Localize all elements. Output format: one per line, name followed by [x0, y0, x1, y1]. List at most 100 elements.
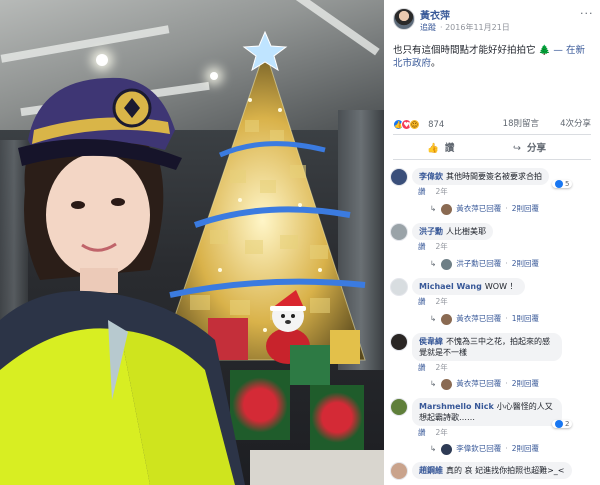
commenter-avatar[interactable] — [390, 223, 408, 241]
reply-action: 已回覆 — [478, 204, 502, 213]
reaction-summary[interactable]: 👍♥☺ 874 18則留言 4次分享 — [393, 114, 591, 130]
reply-arrow-icon: ↳ — [430, 204, 437, 213]
tree-emoji-icon: 🌲 — [538, 45, 551, 56]
comment-like-link[interactable]: 讚 — [418, 242, 426, 251]
commenter-name[interactable]: 李偉欽 — [419, 172, 443, 181]
reply-action: 已回覆 — [478, 314, 502, 323]
comment-meta: 讚 2年 — [418, 241, 448, 252]
poinsettia-plant — [310, 385, 364, 450]
reaction-count[interactable]: 874 — [428, 120, 444, 130]
commenter-avatar[interactable] — [390, 462, 408, 480]
commenter-avatar[interactable] — [390, 168, 408, 186]
comment-bubble: 趙鋼維 真的 哀 妃進找你拍照也超難>_< — [412, 462, 572, 479]
reply-author: 黃衣萍 — [456, 204, 479, 213]
reply-author: 黃衣萍 — [456, 379, 479, 388]
more-options-icon[interactable]: ··· — [580, 7, 594, 20]
reply-count: 2則回覆 — [511, 379, 539, 388]
comment-bubble: 洪子勳 人比樹美耶 — [412, 223, 493, 240]
commenter-avatar[interactable] — [390, 278, 408, 296]
commenter-name[interactable]: Michael Wang — [419, 282, 482, 291]
reply-arrow-icon: ↳ — [430, 379, 437, 388]
follow-link[interactable]: 追蹤 — [420, 22, 436, 33]
like-mini-icon — [555, 420, 563, 428]
like-mini-icon — [555, 180, 563, 188]
comment-like-link[interactable]: 讚 — [418, 187, 426, 196]
reply-author: 李偉欽 — [456, 444, 479, 453]
reply-author: 黃衣萍 — [456, 314, 479, 323]
comment-meta: 讚 2年 — [418, 362, 448, 373]
comment-text: 真的 哀 妃進找你拍照也超難>_< — [446, 466, 565, 475]
comment-time[interactable]: 2年 — [436, 187, 448, 196]
share-count[interactable]: 4次分享 — [560, 117, 591, 129]
comment-like-count: 5 — [565, 180, 570, 188]
reply-dot: · — [505, 259, 508, 268]
share-button-label: 分享 — [526, 143, 546, 154]
reply-arrow-icon: ↳ — [430, 259, 437, 268]
post-actions: 👍 讚 ↪ 分享 — [393, 134, 591, 160]
post-panel: 黃衣萍 追蹤 2016年11月21日 ··· 也只有這個時間點才能好好拍拍它 🌲… — [384, 0, 600, 485]
comment-bubble: 侯韋緯 不愧為三中之花，拍起來的感覺就是不一樣 — [412, 333, 562, 361]
reply-author-avatar — [441, 313, 453, 325]
commenter-name[interactable]: Marshmello Nick — [419, 402, 494, 411]
comment-like-badge[interactable]: 2 — [552, 420, 573, 428]
comment-like-link[interactable]: 讚 — [418, 363, 426, 372]
author-name[interactable]: 黃衣萍 — [420, 7, 450, 22]
reply-author-avatar — [441, 258, 453, 270]
like-button-label: 讚 — [444, 143, 455, 154]
reply-author-avatar — [441, 203, 453, 215]
reply-summary[interactable]: ↳ 洪子勳已回覆 · 2則回覆 — [430, 258, 539, 270]
reply-author: 洪子勳 — [456, 259, 479, 268]
comment-count[interactable]: 18則留言 — [503, 117, 539, 129]
reply-summary[interactable]: ↳ 黃衣萍已回覆 · 1則回覆 — [430, 313, 539, 325]
commenter-name[interactable]: 侯韋緯 — [419, 337, 443, 346]
reply-summary[interactable]: ↳ 黃衣萍已回覆 · 2則回覆 — [430, 378, 539, 390]
commenter-avatar[interactable] — [390, 333, 408, 351]
gift-box — [330, 330, 360, 364]
caption-period: 。 — [431, 58, 441, 69]
reply-arrow-icon: ↳ — [430, 444, 437, 453]
comment-bubble: 李偉欽 其他時間要簽名被要求合拍 — [412, 168, 549, 185]
share-button[interactable]: ↪ 分享 — [513, 140, 546, 154]
reply-action: 已回覆 — [478, 379, 502, 388]
reply-dot: · — [505, 314, 508, 323]
post-date[interactable]: 2016年11月21日 — [440, 22, 510, 33]
ceiling-lamp — [96, 54, 108, 66]
post-photo[interactable] — [0, 0, 384, 485]
comment-like-link[interactable]: 讚 — [418, 297, 426, 306]
comment-meta: 讚 2年 — [418, 427, 448, 438]
comment-time[interactable]: 2年 — [436, 297, 448, 306]
caption-text: 也只有這個時間點才能好好拍拍它 — [393, 45, 536, 56]
commenter-name[interactable]: 趙鋼維 — [419, 466, 443, 475]
comment-time[interactable]: 2年 — [436, 242, 448, 251]
reply-count: 1則回覆 — [511, 314, 539, 323]
comment-text: 人比樹美耶 — [446, 227, 486, 236]
commenter-name[interactable]: 洪子勳 — [419, 227, 443, 236]
reply-count: 2則回覆 — [511, 444, 539, 453]
reply-count: 2則回覆 — [511, 259, 539, 268]
comment-meta: 讚 2年 — [418, 186, 448, 197]
reply-action: 已回覆 — [478, 444, 502, 453]
comment-text: WOW ！ — [484, 282, 518, 291]
officer-selfie — [0, 77, 245, 485]
reply-arrow-icon: ↳ — [430, 314, 437, 323]
thumbs-up-icon: 👍 — [427, 143, 439, 154]
share-arrow-icon: ↪ — [513, 143, 521, 154]
commenter-avatar[interactable] — [390, 398, 408, 416]
comment-time[interactable]: 2年 — [436, 428, 448, 437]
comment-like-badge[interactable]: 5 — [552, 180, 573, 188]
reply-summary[interactable]: ↳ 黃衣萍已回覆 · 2則回覆 — [430, 203, 539, 215]
post-header: 黃衣萍 追蹤 2016年11月21日 ··· — [384, 0, 600, 38]
comment-meta: 讚 2年 — [418, 296, 448, 307]
reply-action: 已回覆 — [478, 259, 502, 268]
like-button[interactable]: 👍 讚 — [427, 140, 454, 154]
comment-time[interactable]: 2年 — [436, 363, 448, 372]
reply-dot: · — [505, 444, 508, 453]
reply-summary[interactable]: ↳ 李偉欽已回覆 · 2則回覆 — [430, 443, 539, 455]
reply-dot: · — [505, 379, 508, 388]
comment-like-link[interactable]: 讚 — [418, 428, 426, 437]
comment-bubble: Marshmello Nick 小心醫怪的人又想起霸詩歌…… — [412, 398, 562, 426]
post-caption: 也只有這個時間點才能好好拍拍它 🌲 — 在新北市政府。 — [393, 44, 593, 70]
author-avatar[interactable] — [393, 8, 415, 30]
facebook-post-view: 黃衣萍 追蹤 2016年11月21日 ··· 也只有這個時間點才能好好拍拍它 🌲… — [0, 0, 600, 485]
comment-text: 其他時間要簽名被要求合拍 — [446, 172, 542, 181]
